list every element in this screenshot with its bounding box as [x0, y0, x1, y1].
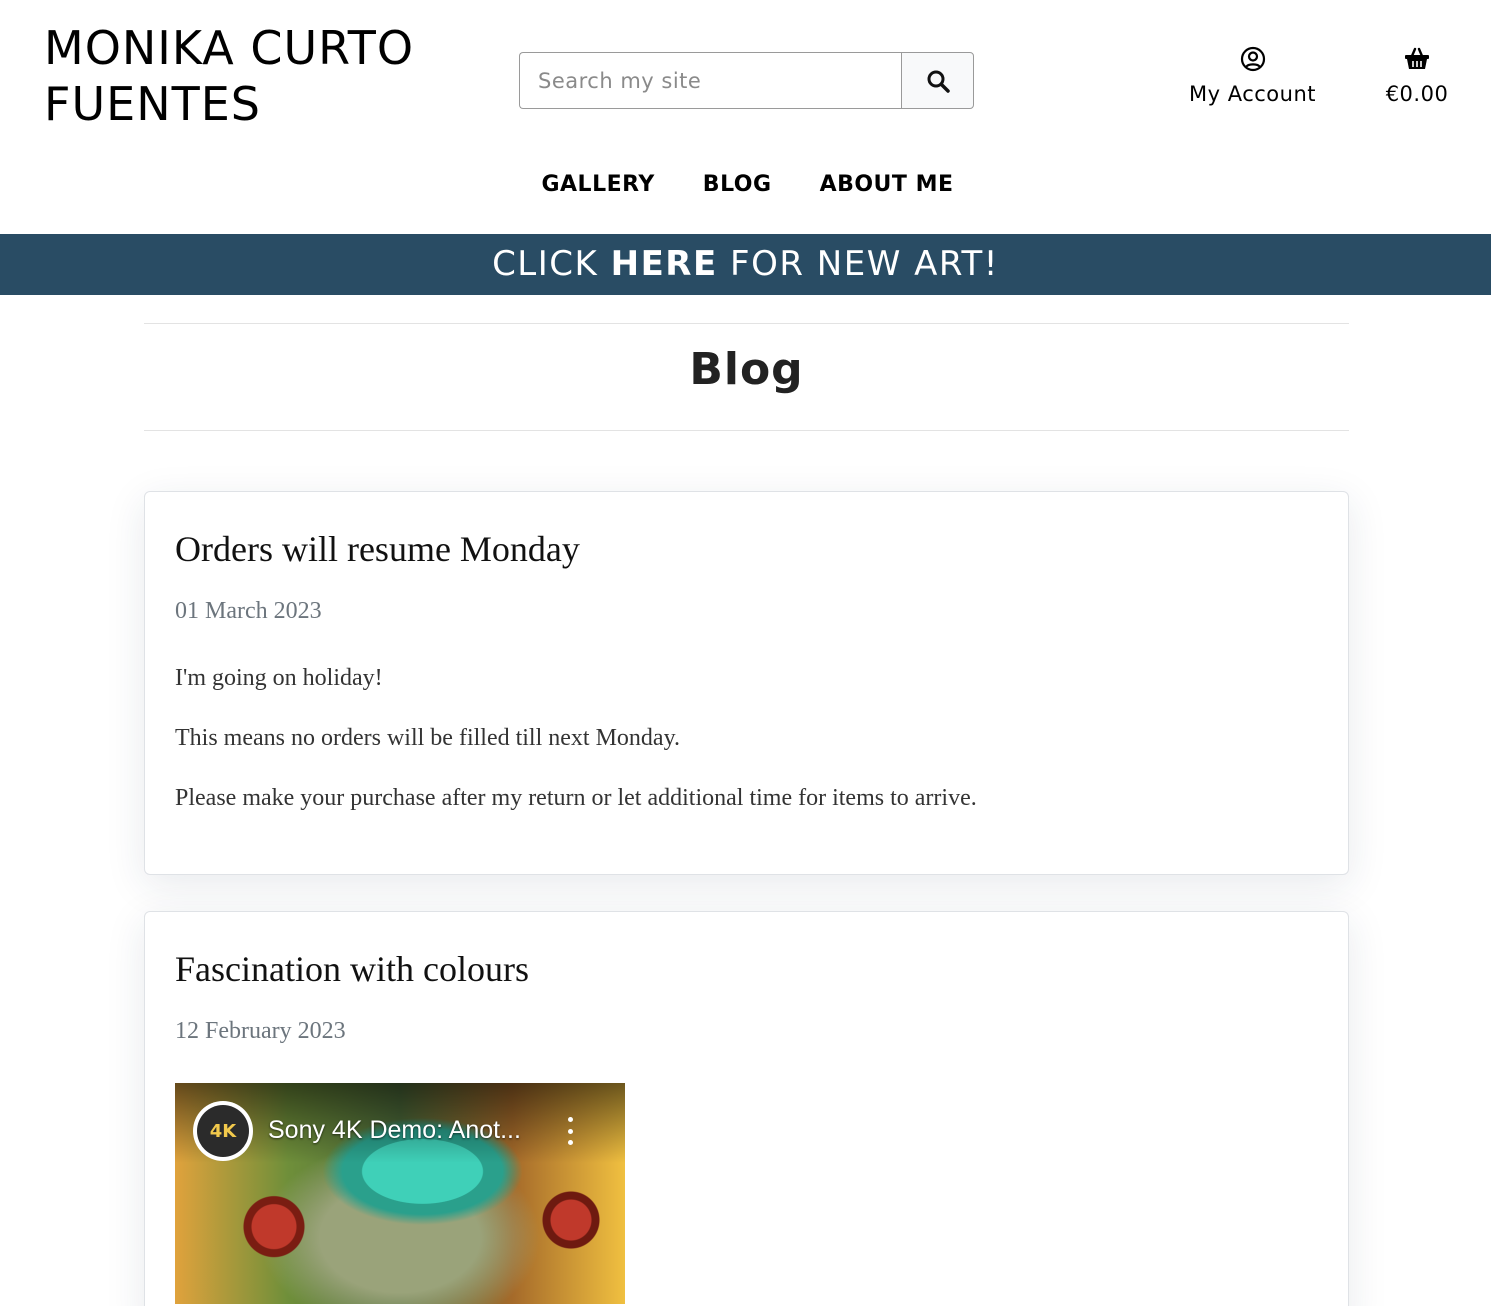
- post-date: 12 February 2023: [175, 1018, 346, 1044]
- post-title[interactable]: Fascination with colours: [175, 948, 1318, 990]
- video-more-options-icon[interactable]: [565, 1117, 575, 1145]
- basket-icon: [1405, 47, 1429, 69]
- search-button[interactable]: [901, 52, 974, 109]
- main-nav: GALLERY BLOG ABOUT ME: [0, 172, 1491, 197]
- user-circle-icon: [1240, 46, 1265, 72]
- my-account-link[interactable]: My Account: [1180, 44, 1325, 106]
- channel-badge: 4K: [197, 1105, 249, 1157]
- cart-total: €0.00: [1385, 82, 1449, 106]
- post-body: I'm going on holiday! This means no orde…: [175, 663, 1318, 813]
- page-title: Blog: [689, 344, 804, 395]
- video-channel-avatar[interactable]: 4K: [193, 1101, 253, 1161]
- nav-item-about-me[interactable]: ABOUT ME: [820, 172, 954, 197]
- blog-post-card: Orders will resume Monday 01 March 2023 …: [144, 491, 1349, 875]
- logo-line-2: FUENTES: [44, 77, 261, 131]
- post-paragraph: I'm going on holiday!: [175, 665, 383, 691]
- cart-link[interactable]: €0.00: [1372, 44, 1462, 106]
- post-paragraph: Please make your purchase after my retur…: [175, 785, 977, 811]
- my-account-label: My Account: [1188, 82, 1316, 106]
- video-title[interactable]: Sony 4K Demo: Anot...: [268, 1116, 521, 1145]
- nav-item-blog[interactable]: BLOG: [703, 172, 772, 197]
- menu-dot: [567, 1117, 573, 1122]
- search-icon: [927, 70, 950, 93]
- post-paragraph: This means no orders will be filled till…: [175, 725, 681, 751]
- menu-dot: [567, 1140, 573, 1145]
- site-logo[interactable]: MONIKA CURTO FUENTES: [44, 20, 414, 132]
- post-date: 01 March 2023: [175, 598, 322, 624]
- site-header: MONIKA CURTO FUENTES My Account €0.00: [0, 0, 1491, 234]
- banner-text-bold: HERE: [610, 244, 718, 284]
- logo-line-1: MONIKA CURTO: [44, 21, 415, 75]
- title-divider-top: [144, 323, 1349, 324]
- embedded-video[interactable]: 4K Sony 4K Demo: Anot...: [175, 1083, 625, 1304]
- banner-text-after: FOR NEW ART!: [717, 244, 999, 284]
- promo-banner[interactable]: CLICK HERE FOR NEW ART!: [0, 234, 1491, 295]
- search-form: [519, 52, 974, 109]
- title-divider-bottom: [144, 430, 1349, 431]
- menu-dot: [567, 1128, 573, 1134]
- nav-item-gallery[interactable]: GALLERY: [541, 172, 654, 197]
- search-input[interactable]: [519, 52, 901, 109]
- post-title[interactable]: Orders will resume Monday: [175, 528, 1318, 570]
- banner-text-before: CLICK: [492, 244, 611, 284]
- blog-post-card: Fascination with colours 12 February 202…: [144, 911, 1349, 1306]
